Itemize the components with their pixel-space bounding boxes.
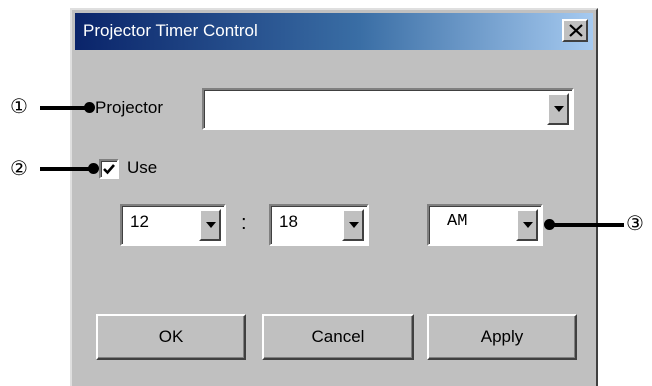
- ampm-value: AM: [447, 212, 468, 231]
- callout-1-number: ①: [10, 96, 28, 118]
- title-bar[interactable]: Projector Timer Control: [75, 13, 593, 50]
- callout-2-number: ②: [10, 158, 28, 180]
- projector-combobox[interactable]: [202, 88, 574, 130]
- callout-1-line: [40, 106, 88, 110]
- minute-dropdown-button[interactable]: [342, 209, 364, 241]
- callout-2-line: [40, 167, 90, 171]
- callout-2-dot: [88, 163, 99, 174]
- hour-dropdown-button[interactable]: [199, 209, 221, 241]
- time-separator: :: [241, 212, 247, 234]
- use-checkbox[interactable]: [99, 159, 119, 179]
- cancel-button[interactable]: Cancel: [262, 314, 414, 360]
- chevron-down-icon: [554, 106, 564, 112]
- chevron-down-icon: [206, 222, 216, 228]
- ampm-combobox[interactable]: AM: [427, 204, 543, 246]
- ok-button[interactable]: OK: [96, 314, 246, 360]
- window-title: Projector Timer Control: [83, 21, 258, 40]
- chevron-down-icon: [349, 222, 359, 228]
- callout-3-line: [552, 223, 624, 227]
- chevron-down-icon: [523, 222, 533, 228]
- projector-label: Projector: [95, 98, 164, 117]
- minute-value: 18: [279, 212, 298, 231]
- hour-combobox[interactable]: 12: [120, 204, 226, 246]
- apply-button[interactable]: Apply: [427, 314, 577, 360]
- callout-3-number: ③: [626, 213, 644, 235]
- callout-1-dot: [84, 102, 95, 113]
- hour-value: 12: [130, 212, 149, 231]
- ampm-dropdown-button[interactable]: [516, 209, 538, 241]
- close-button[interactable]: [562, 19, 588, 42]
- use-label: Use: [127, 158, 158, 177]
- close-icon: [569, 24, 583, 37]
- checkmark-icon: [103, 164, 115, 175]
- minute-combobox[interactable]: 18: [269, 204, 369, 246]
- projector-dropdown-button[interactable]: [547, 93, 569, 125]
